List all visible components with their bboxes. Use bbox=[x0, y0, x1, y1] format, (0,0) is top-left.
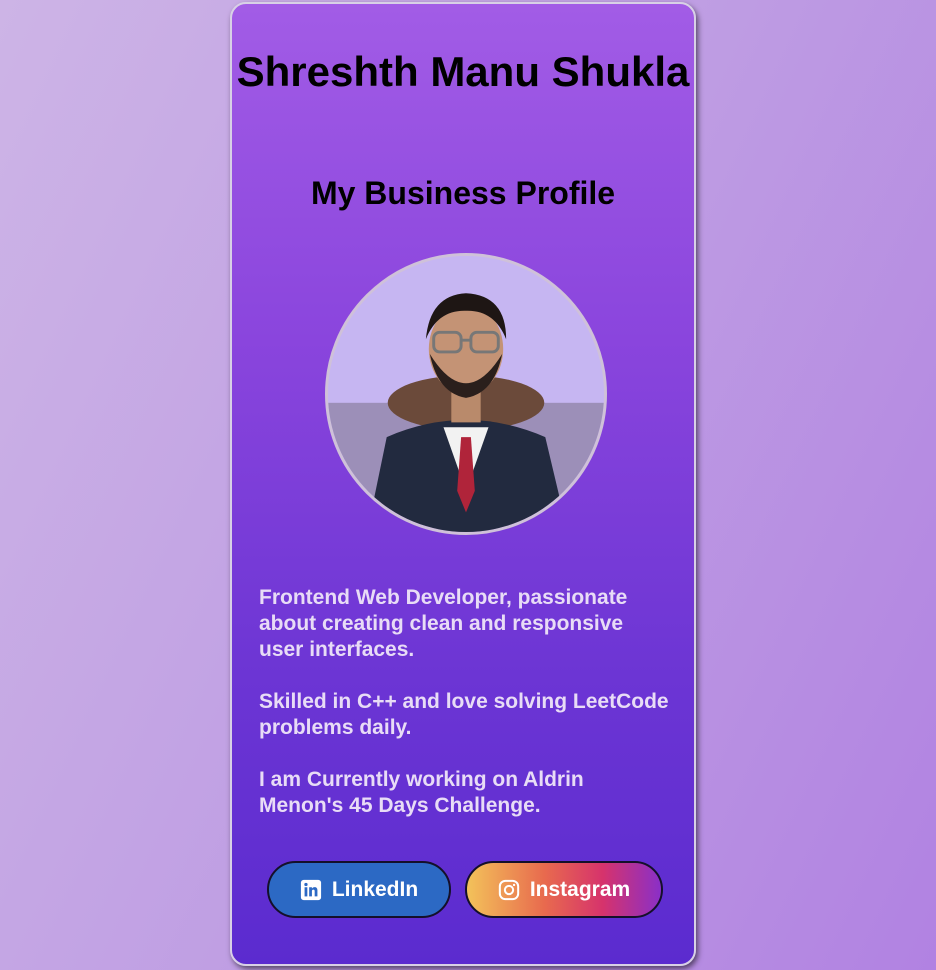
bio-paragraph-1: Frontend Web Developer, passionate about… bbox=[259, 586, 628, 661]
profile-photo bbox=[325, 253, 607, 535]
linkedin-icon bbox=[300, 879, 321, 900]
profile-card: Shreshth Manu Shukla My Business Profile bbox=[230, 2, 696, 966]
linkedin-label: LinkedIn bbox=[331, 877, 419, 901]
profile-subtitle: My Business Profile bbox=[310, 175, 616, 211]
bio-paragraph-2: Skilled in C++ and love solving LeetCode… bbox=[259, 690, 669, 739]
instagram-label: Instagram bbox=[529, 877, 631, 901]
profile-photo-illustration bbox=[328, 256, 604, 532]
linkedin-button[interactable]: LinkedIn bbox=[267, 861, 451, 918]
instagram-button[interactable]: Instagram bbox=[465, 861, 663, 918]
instagram-icon bbox=[498, 879, 519, 900]
profile-name: Shreshth Manu Shukla bbox=[236, 48, 690, 95]
bio-paragraph-3: I am Currently working on Aldrin Menon's… bbox=[259, 768, 584, 817]
